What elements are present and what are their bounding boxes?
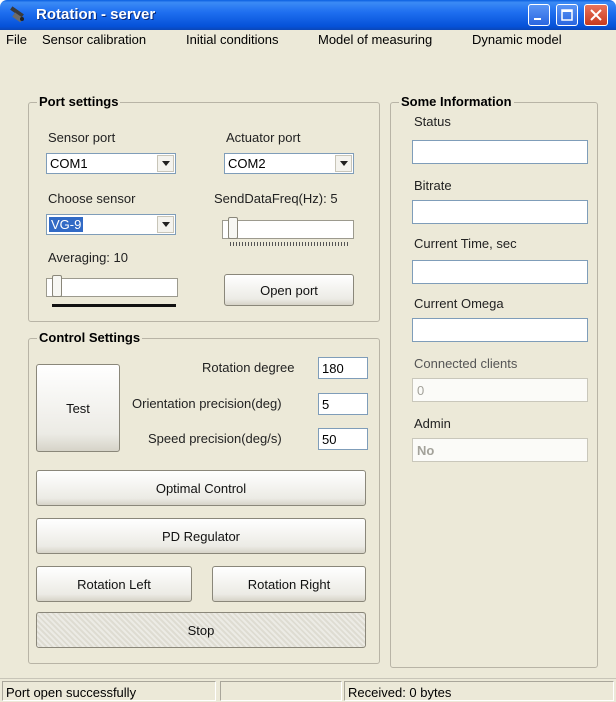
stop-button[interactable]: Stop <box>36 612 366 648</box>
close-button[interactable] <box>584 4 608 26</box>
current-omega-label: Current Omega <box>414 296 504 311</box>
speed-precision-label: Speed precision(deg/s) <box>148 431 282 446</box>
window-title: Rotation - server <box>36 6 156 23</box>
some-information-title: Some Information <box>399 94 514 109</box>
rotation-degree-value: 180 <box>322 361 344 376</box>
orientation-precision-label: Orientation precision(deg) <box>132 396 282 411</box>
minimize-icon <box>534 18 541 20</box>
slider-track <box>46 278 178 297</box>
minimize-button[interactable] <box>528 4 550 26</box>
satellite-icon <box>10 6 24 23</box>
current-time-label: Current Time, sec <box>414 236 517 251</box>
rotation-degree-input[interactable]: 180 <box>318 357 368 379</box>
pd-regulator-button[interactable]: PD Regulator <box>36 518 366 554</box>
status-bar: Port open successfully Received: 0 bytes <box>0 678 616 702</box>
current-time-field[interactable] <box>412 260 588 284</box>
choose-sensor-value: VG-9 <box>49 217 84 232</box>
close-icon <box>590 9 602 21</box>
chevron-down-icon[interactable] <box>157 155 174 172</box>
menu-initial-conditions[interactable]: Initial conditions <box>186 32 279 47</box>
slider-thumb[interactable] <box>228 217 238 239</box>
client-area: Port settings Sensor port COM1 Actuator … <box>0 50 616 678</box>
menu-dynamic-model[interactable]: Dynamic model <box>472 32 562 47</box>
averaging-slider[interactable] <box>46 272 178 297</box>
rotation-left-button[interactable]: Rotation Left <box>36 566 192 602</box>
choose-sensor-label: Choose sensor <box>48 191 136 206</box>
actuator-port-label: Actuator port <box>226 130 301 145</box>
slider-ticks <box>52 304 176 307</box>
connected-clients-field: 0 <box>412 378 588 402</box>
chevron-down-icon[interactable] <box>157 216 174 233</box>
chevron-down-icon[interactable] <box>335 155 352 172</box>
rotation-right-button[interactable]: Rotation Right <box>212 566 366 602</box>
open-port-button[interactable]: Open port <box>224 274 354 306</box>
menu-model-of-measuring[interactable]: Model of measuring <box>318 32 432 47</box>
received-bytes: Received: 0 bytes <box>348 685 452 700</box>
speed-precision-value: 50 <box>322 432 337 447</box>
received-panel: Received: 0 bytes <box>344 681 614 701</box>
orientation-precision-input[interactable]: 5 <box>318 393 368 415</box>
orientation-precision-value: 5 <box>322 397 330 412</box>
menu-bar: File Sensor calibration Initial conditio… <box>0 30 616 50</box>
status-field[interactable] <box>412 140 588 164</box>
title-bar[interactable]: Rotation - server <box>0 0 616 30</box>
status-label: Status <box>414 114 451 129</box>
admin-label: Admin <box>414 416 451 431</box>
send-data-freq-label: SendDataFreq(Hz): 5 <box>214 191 338 206</box>
status-middle-panel <box>220 681 342 701</box>
port-settings-title: Port settings <box>37 94 121 109</box>
bitrate-field[interactable] <box>412 200 588 224</box>
bitrate-label: Bitrate <box>414 178 452 193</box>
status-message-panel: Port open successfully <box>2 681 216 701</box>
connected-clients-value: 0 <box>417 383 425 398</box>
menu-sensor-calibration[interactable]: Sensor calibration <box>42 32 146 47</box>
test-button[interactable]: Test <box>36 364 120 452</box>
menu-file[interactable]: File <box>6 32 27 47</box>
sensor-port-value: COM1 <box>50 156 88 171</box>
slider-thumb[interactable] <box>52 275 62 297</box>
maximize-button[interactable] <box>556 4 578 26</box>
status-message: Port open successfully <box>6 685 137 700</box>
slider-ticks <box>230 242 350 246</box>
admin-value: No <box>417 443 435 458</box>
connected-clients-label: Connected clients <box>414 356 518 371</box>
optimal-control-button[interactable]: Optimal Control <box>36 470 366 506</box>
actuator-port-select[interactable]: COM2 <box>224 153 354 174</box>
sensor-port-select[interactable]: COM1 <box>46 153 176 174</box>
choose-sensor-select[interactable]: VG-9 <box>46 214 176 235</box>
admin-field: No <box>412 438 588 462</box>
slider-track <box>222 220 354 239</box>
current-omega-field[interactable] <box>412 318 588 342</box>
sensor-port-label: Sensor port <box>48 130 116 145</box>
control-settings-title: Control Settings <box>37 330 143 345</box>
maximize-icon <box>561 9 573 21</box>
speed-precision-input[interactable]: 50 <box>318 428 368 450</box>
rotation-degree-label: Rotation degree <box>202 360 295 375</box>
averaging-label: Averaging: 10 <box>48 250 128 265</box>
actuator-port-value: COM2 <box>228 156 266 171</box>
send-data-freq-slider[interactable] <box>222 214 354 239</box>
